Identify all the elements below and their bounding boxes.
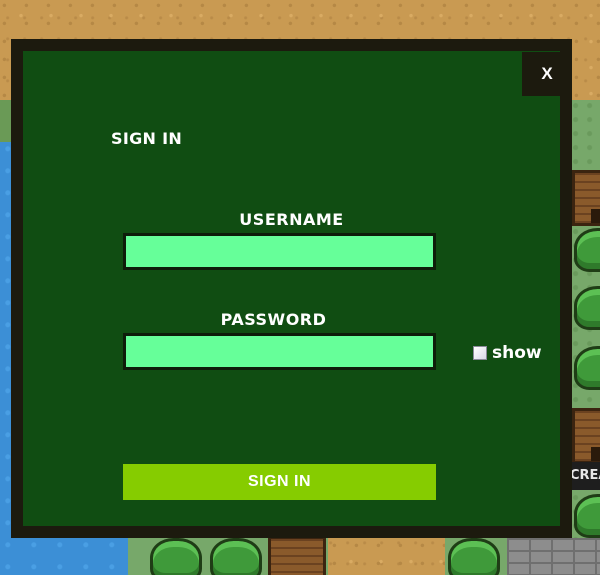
password-input[interactable] <box>123 333 436 370</box>
show-password-checkbox[interactable] <box>473 346 487 360</box>
tree-sprite <box>448 538 500 575</box>
username-label: USERNAME <box>239 210 344 229</box>
password-label: PASSWORD <box>220 310 327 329</box>
sign-in-dialog: X SIGN IN USERNAME PASSWORD show SIGN IN <box>11 39 572 538</box>
hut-sprite <box>572 170 600 226</box>
show-password-label: show <box>492 343 542 363</box>
username-input[interactable] <box>123 233 436 270</box>
show-password-toggle[interactable]: show <box>473 343 542 363</box>
stone-wall <box>507 538 600 575</box>
hut-sprite <box>572 408 600 464</box>
sign-in-button[interactable]: SIGN IN <box>123 464 436 500</box>
building-sign: CREA <box>570 462 600 490</box>
dialog-title: SIGN IN <box>111 129 183 148</box>
tree-sprite <box>210 538 262 575</box>
tree-sprite <box>150 538 202 575</box>
hut-sprite <box>268 536 326 575</box>
close-button[interactable]: X <box>522 52 572 96</box>
